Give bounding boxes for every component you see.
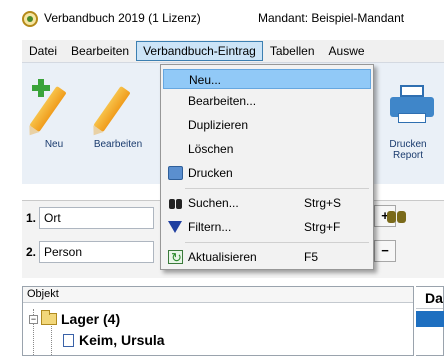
refresh-icon — [168, 248, 183, 268]
menu-item-bearbeiten[interactable]: Bearbeiten... — [163, 91, 371, 111]
menu-datei[interactable]: Datei — [22, 41, 64, 61]
tree-header-objekt[interactable]: Objekt — [23, 287, 413, 303]
menu-item-suchen-shortcut: Strg+S — [304, 196, 342, 210]
report-button-label: Report — [392, 150, 423, 161]
folder-icon — [41, 310, 57, 325]
filter-number-1: 1. — [25, 211, 36, 225]
object-tree: Objekt − Lager (4) Keim, Ursula — [22, 286, 414, 356]
menu-bar: Datei Bearbeiten Verbandbuch-Eintrag Tab… — [22, 40, 444, 62]
tree-node-person[interactable]: Keim, Ursula — [63, 330, 165, 350]
verbandbuch-eintrag-menu: Neu... Bearbeiten... Duplizieren Löschen… — [160, 64, 374, 270]
tree-node-lager-label: Lager (4) — [61, 311, 121, 327]
tree-node-lager[interactable]: − Lager (4) — [29, 309, 120, 329]
menu-separator — [185, 242, 369, 243]
title-bar: Verbandbuch 2019 (1 Lizenz) Mandant: Bei… — [0, 0, 444, 36]
filter-number-2: 2. — [25, 245, 36, 259]
edit-button-label: Bearbeiten — [93, 139, 143, 150]
binoculars-icon[interactable] — [386, 205, 408, 227]
menu-item-duplizieren[interactable]: Duplizieren — [163, 115, 371, 135]
search-binoculars-icon — [168, 196, 183, 210]
menu-item-duplizieren-label: Duplizieren — [188, 118, 249, 132]
tree-node-person-label: Keim, Ursula — [79, 332, 165, 348]
menu-item-suchen[interactable]: Suchen... Strg+S — [163, 193, 371, 213]
document-icon — [63, 333, 74, 347]
menu-item-bearbeiten-label: Bearbeiten... — [188, 94, 257, 108]
menu-verbandbuch-eintrag[interactable]: Verbandbuch-Eintrag — [136, 41, 263, 61]
entries-grid: Da — [416, 286, 444, 356]
print-icon — [168, 166, 183, 180]
menu-item-loeschen[interactable]: Löschen — [163, 139, 371, 159]
menu-item-filtern-label: Filtern... — [188, 220, 232, 234]
row-indicator-icon — [416, 311, 424, 327]
menu-item-filtern[interactable]: Filtern... Strg+F — [163, 217, 371, 237]
filter-row-1: 1. Ort — [22, 207, 154, 229]
print-button-label: Drucken — [389, 139, 427, 150]
grid-header-date[interactable]: Da — [416, 287, 443, 309]
new-entry-icon — [29, 79, 74, 133]
selected-grid-cell[interactable] — [424, 311, 444, 327]
menu-item-filtern-shortcut: Strg+F — [304, 220, 341, 234]
new-button[interactable]: Neu — [28, 79, 80, 150]
app-icon — [22, 11, 38, 27]
menu-tabellen[interactable]: Tabellen — [263, 41, 322, 61]
menu-item-drucken-label: Drucken — [188, 166, 233, 180]
collapse-icon[interactable]: − — [29, 314, 38, 324]
remove-filter-button[interactable]: − — [374, 240, 396, 262]
print-report-button[interactable]: Drucken Report — [380, 81, 436, 161]
edit-button[interactable]: Bearbeiten — [88, 81, 148, 150]
edit-entry-icon — [93, 81, 138, 133]
menu-item-drucken[interactable]: Drucken — [163, 163, 371, 183]
filter-icon — [168, 220, 183, 234]
filter-row-2: 2. Person — [22, 241, 154, 263]
menu-item-loeschen-label: Löschen — [188, 142, 234, 156]
menu-item-aktualisieren-shortcut: F5 — [304, 250, 319, 264]
menu-item-aktualisieren-label: Aktualisieren — [188, 250, 257, 264]
menu-item-neu[interactable]: Neu... — [163, 69, 371, 89]
new-button-label: Neu — [44, 139, 64, 150]
menu-item-neu-label: Neu... — [189, 73, 222, 87]
window-title: Verbandbuch 2019 (1 Lizenz) — [44, 11, 201, 25]
printer-icon — [388, 81, 434, 129]
filter-field-ort[interactable]: Ort — [39, 207, 154, 229]
menu-separator — [185, 188, 369, 189]
menu-item-suchen-label: Suchen... — [188, 196, 239, 210]
mandant-label: Mandant: Beispiel-Mandant — [258, 11, 405, 25]
filter-field-person[interactable]: Person — [39, 241, 154, 263]
menu-auswertungen[interactable]: Auswe — [322, 41, 372, 61]
menu-bearbeiten[interactable]: Bearbeiten — [64, 41, 136, 61]
menu-item-aktualisieren[interactable]: Aktualisieren F5 — [163, 247, 371, 268]
